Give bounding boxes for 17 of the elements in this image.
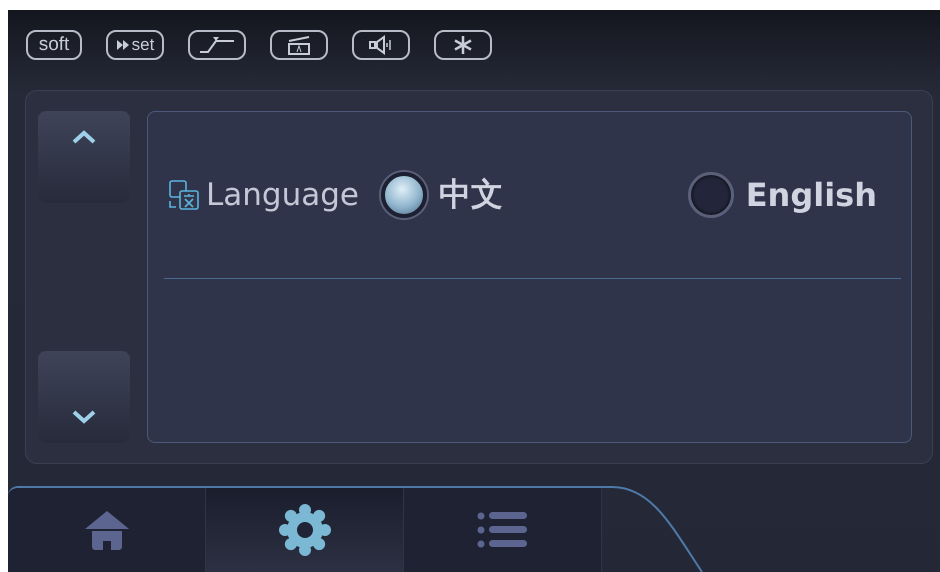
status-badge [270, 30, 328, 60]
nav-tab[interactable] [206, 488, 404, 572]
language-label: Language [206, 176, 359, 213]
radio-button[interactable] [381, 172, 427, 218]
list-icon [476, 510, 528, 550]
settings-icon [276, 502, 332, 558]
status-badge [188, 30, 246, 60]
status-badge [352, 30, 410, 60]
language-option[interactable]: English [688, 172, 877, 218]
home-icon [84, 509, 130, 551]
chevron-down-icon [71, 409, 97, 425]
status-badge: set [106, 30, 164, 60]
language-option[interactable]: 中文 [381, 172, 503, 218]
chevron-up-icon [71, 128, 97, 145]
status-badge: soft [26, 30, 82, 60]
status-badge [434, 30, 492, 60]
translate-icon [168, 178, 200, 211]
